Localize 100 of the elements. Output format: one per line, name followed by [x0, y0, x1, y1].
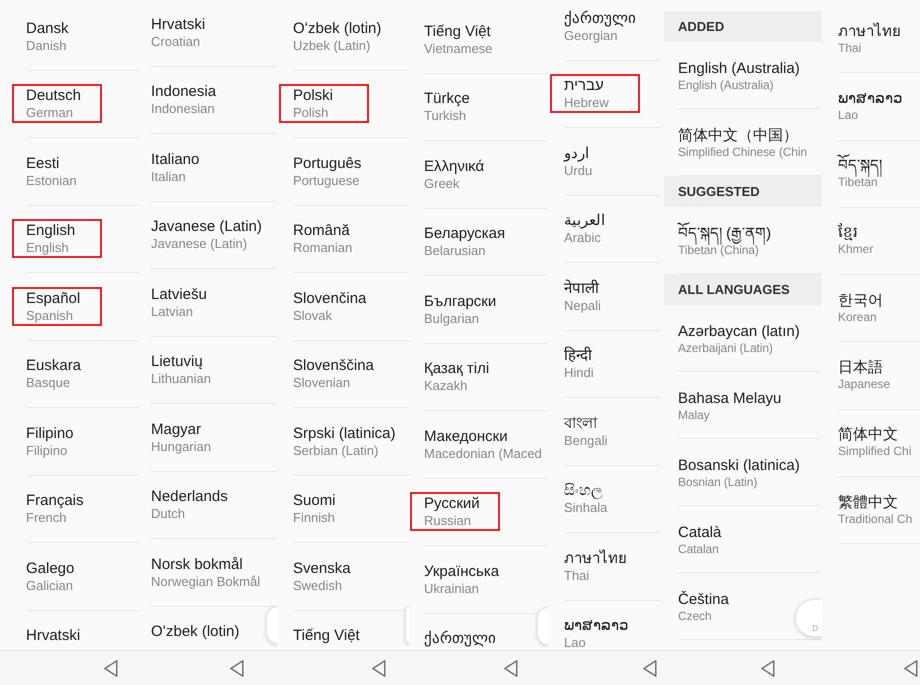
language-name[interactable]: Tiếng Việt [424, 22, 491, 40]
language-name[interactable]: हिन्दी [564, 347, 592, 364]
language-english-name: Croatian [151, 34, 200, 48]
language-name[interactable]: ქართული [424, 630, 496, 647]
back-icon[interactable] [904, 660, 918, 676]
language-english-name: Bulgarian [424, 310, 479, 326]
language-name[interactable]: বাংলা [564, 414, 597, 432]
language-name[interactable]: Euskara [26, 357, 82, 374]
language-name[interactable]: Bahasa Melayu [678, 390, 782, 407]
language-name[interactable]: සිංහල [564, 482, 602, 499]
language-english-name: Urdu [564, 162, 592, 178]
language-name[interactable]: Indonesia [151, 83, 216, 100]
language-name[interactable]: Қазақ тілі [424, 360, 490, 377]
language-english-name: Italian [151, 168, 186, 184]
language-name[interactable]: Español [26, 290, 80, 306]
language-english-name: English (Australia) [678, 78, 774, 93]
language-english-name: Arabic [564, 230, 601, 245]
back-icon[interactable] [104, 660, 118, 676]
language-english-name: Khmer [838, 242, 874, 258]
language-name[interactable]: ภาษาไทย [564, 550, 627, 566]
language-name[interactable]: Italiano [151, 150, 200, 168]
language-name[interactable]: Ελληνικά [424, 158, 484, 174]
language-name[interactable]: Français [26, 492, 84, 509]
language-name[interactable]: ქართული [564, 10, 636, 26]
language-name[interactable]: Oʻzbek (lotin) [151, 623, 240, 640]
language-name[interactable]: Norsk bokmål [151, 556, 243, 572]
language-english-name: Lithuanian [151, 371, 211, 386]
language-name[interactable]: 简体中文（中国） [678, 127, 798, 144]
language-name[interactable]: Čeština [678, 591, 729, 608]
language-name[interactable]: Javanese (Latin) [151, 218, 262, 235]
language-english-name: Belarusian [424, 243, 486, 258]
language-name[interactable]: नेपाली [564, 280, 599, 296]
language-english-name: Kazakh [424, 378, 468, 393]
language-english-name: Javanese (Latin) [151, 236, 248, 251]
back-icon[interactable] [504, 660, 518, 676]
language-name[interactable]: Українська [424, 562, 500, 580]
language-name[interactable]: Deutsch [26, 87, 82, 104]
language-name[interactable]: ภาษาไทย [838, 22, 901, 40]
language-name[interactable]: Български [424, 292, 496, 310]
language-english-name: Slovak [293, 308, 332, 322]
language-name[interactable]: Hrvatski [151, 16, 206, 32]
back-icon[interactable] [761, 660, 775, 676]
language-english-name: Hebrew [564, 95, 609, 110]
language-name[interactable]: Română [293, 222, 350, 239]
language-name[interactable]: 简体中文 [838, 426, 898, 444]
language-name[interactable]: Македонски [424, 428, 508, 444]
language-english-name: French [26, 510, 66, 525]
language-english-name: Serbian (Latin) [293, 442, 378, 458]
language-name[interactable]: Nederlands [151, 488, 228, 505]
language-english-name: Vietnamese [424, 40, 492, 56]
language-name[interactable]: Dansk [26, 20, 69, 36]
language-name[interactable]: Azərbaycan (latın) [678, 323, 800, 340]
language-english-name: Latvian [151, 304, 193, 318]
language-name[interactable]: Eesti [26, 154, 60, 172]
language-name[interactable]: 日本語 [838, 358, 883, 376]
language-name[interactable]: Srpski (latinica) [293, 424, 396, 442]
language-name[interactable]: Slovenščina [293, 357, 374, 374]
language-english-name: Nepali [564, 298, 601, 312]
language-english-name: Azerbaijani (Latin) [678, 341, 773, 356]
language-name[interactable]: Türkçe [424, 90, 470, 107]
language-name[interactable]: Català [678, 524, 722, 541]
language-name[interactable]: Latviešu [151, 286, 207, 302]
language-name[interactable]: English [26, 222, 76, 239]
language-english-name: Spanish [26, 308, 73, 322]
language-english-name: Bengali [564, 432, 608, 448]
language-name[interactable]: Oʻzbek (lotin) [293, 20, 382, 36]
language-name[interactable]: Русский [424, 495, 480, 512]
language-name[interactable]: 한국어 [838, 292, 883, 309]
language-name[interactable]: Hrvatski [26, 627, 80, 644]
language-name[interactable]: English (Australia) [678, 60, 800, 77]
language-name[interactable]: Беларуская [424, 225, 506, 242]
language-name[interactable]: Galego [26, 560, 74, 576]
language-english-name: German [26, 105, 73, 120]
language-name[interactable]: Suomi [293, 492, 336, 509]
language-english-name: Traditional Ch [838, 512, 912, 527]
language-english-name: Finnish [293, 510, 335, 525]
back-icon[interactable] [643, 660, 657, 676]
language-english-name: Swedish [293, 578, 342, 592]
language-name[interactable]: Magyar [151, 420, 202, 438]
back-icon[interactable] [230, 660, 244, 676]
language-name[interactable]: Filipino [26, 424, 74, 442]
language-english-name: Sinhala [564, 500, 608, 515]
language-name[interactable]: Tiếng Việt [293, 627, 360, 644]
language-name[interactable]: Português [293, 154, 362, 172]
language-english-name: Turkish [424, 108, 466, 123]
language-name[interactable]: العربية [564, 212, 605, 229]
language-name[interactable]: Svenska [293, 560, 351, 576]
language-name[interactable]: Lietuvių [151, 353, 203, 370]
language-name[interactable]: ខ្មែរ [838, 224, 858, 242]
language-name[interactable]: ພາສາລາວ [564, 617, 628, 634]
language-english-name: Filipino [26, 442, 68, 458]
language-name[interactable]: Polski [293, 87, 334, 104]
language-name[interactable]: Slovenčina [293, 290, 366, 306]
language-name[interactable]: ພາສາລາວ [838, 90, 902, 107]
language-name[interactable]: اردو [564, 144, 589, 162]
back-icon[interactable] [372, 660, 386, 676]
language-name[interactable]: Bosanski (latinica) [678, 457, 800, 474]
language-name[interactable]: 繁體中文 [838, 494, 898, 511]
language-english-name: Danish [26, 38, 66, 52]
language-name[interactable]: עברית [564, 77, 604, 94]
